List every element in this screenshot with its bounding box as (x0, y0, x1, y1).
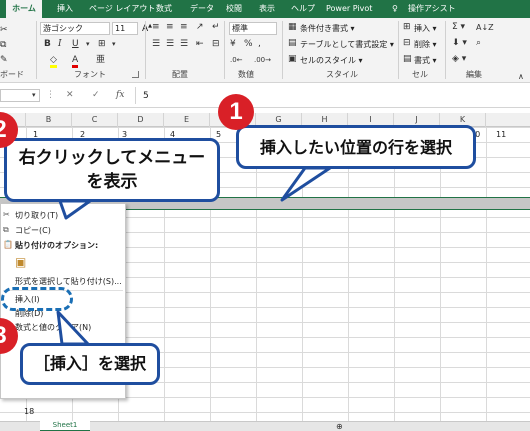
callout-step-1-text: 挿入したい位置の行を選択 (259, 138, 452, 157)
callout-3-pointer (56, 310, 90, 346)
step-1-badge: 1 (218, 94, 254, 130)
callout-step-1: 挿入したい位置の行を選択 (236, 125, 476, 169)
callout-step-2-line1: 右クリックしてメニュー (18, 148, 206, 168)
callout-1-pointer (280, 166, 332, 202)
callout-step-2-line2: を表示 (86, 172, 138, 192)
callout-step-3: ［挿入］を選択 (20, 343, 160, 385)
callout-step-3-text: ［挿入］を選択 (33, 354, 146, 373)
callout-2-pointer (58, 199, 92, 220)
callout-step-2: 右クリックしてメニュー を表示 (4, 138, 220, 202)
